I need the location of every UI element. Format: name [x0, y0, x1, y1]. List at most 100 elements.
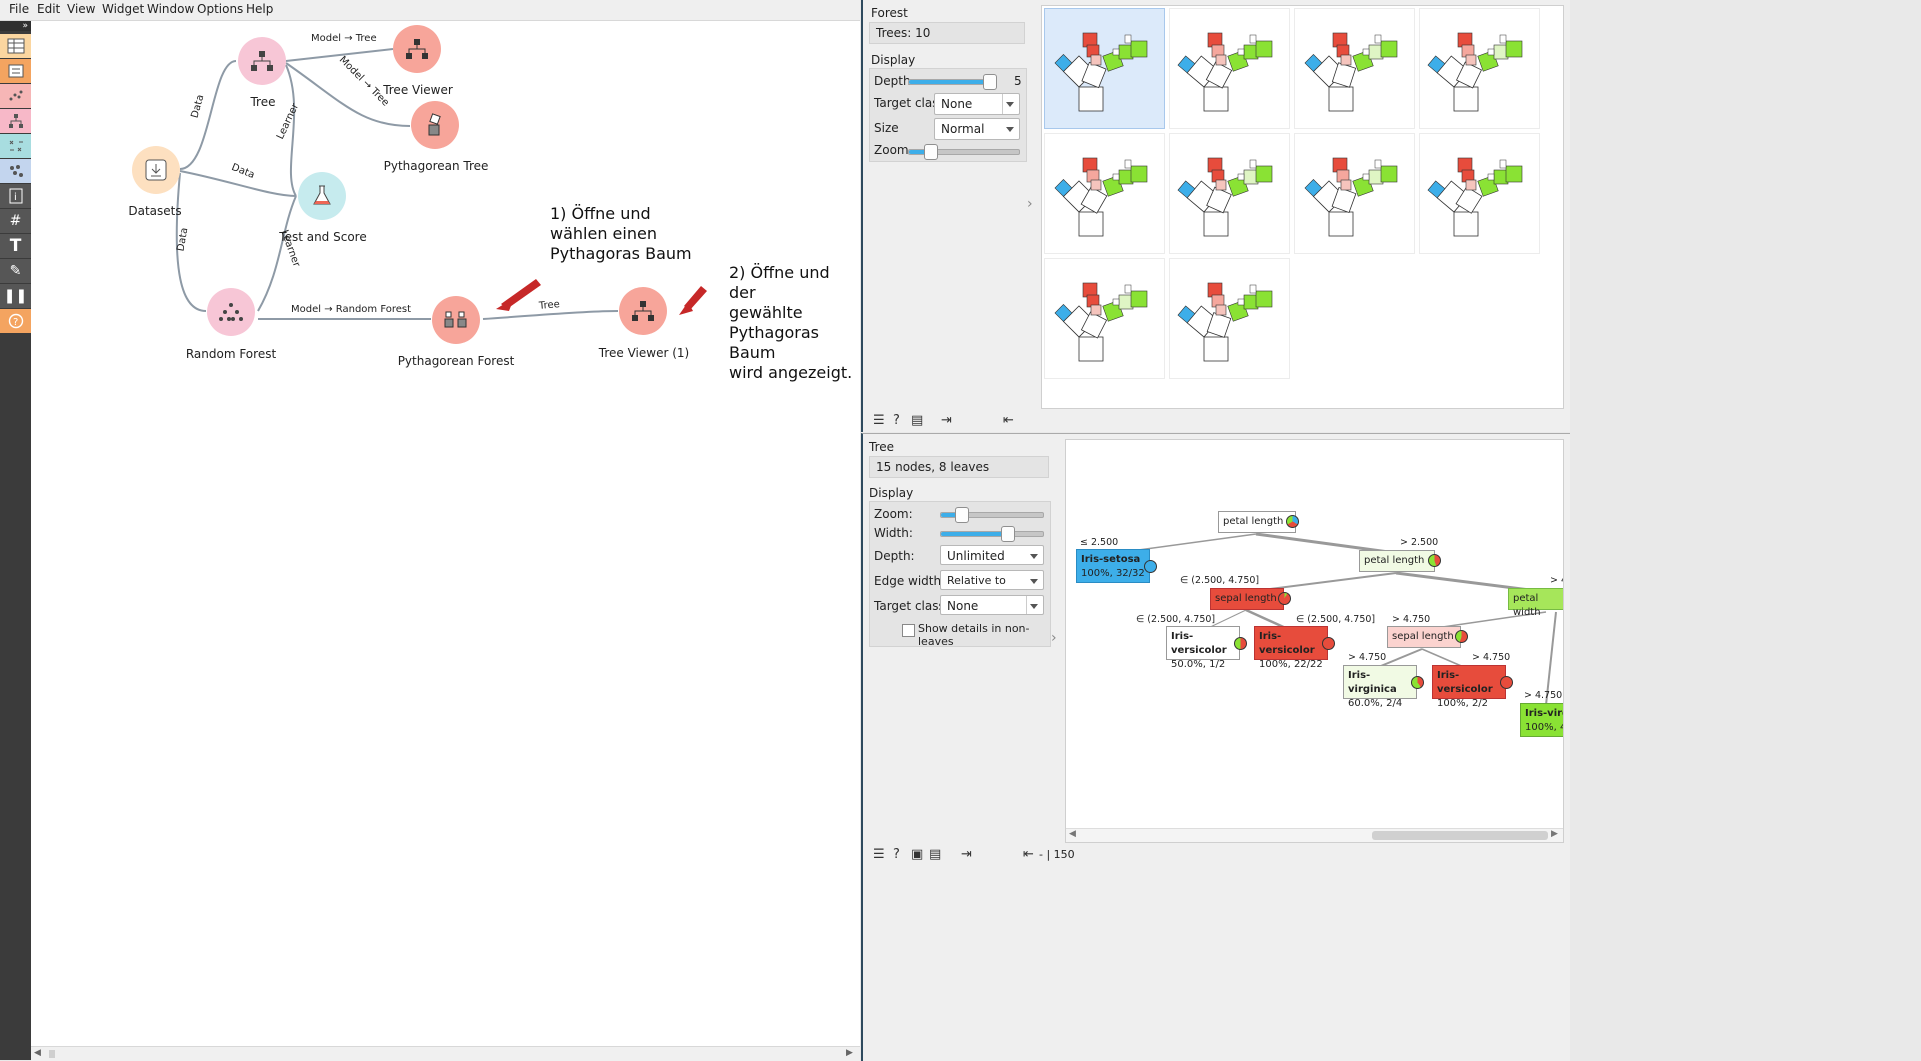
- menu-window[interactable]: Window: [147, 2, 194, 16]
- show-details-checkbox[interactable]: [902, 624, 915, 637]
- link-pythagoreanforest-treeviewer1[interactable]: [482, 310, 619, 320]
- help-icon[interactable]: ?: [893, 847, 900, 862]
- annotation-note-2[interactable]: 2) Öffne und der gewählte Pythagoras Bau…: [729, 263, 860, 383]
- scroll-left-icon[interactable]: ◀: [1069, 829, 1076, 839]
- pause-icon[interactable]: ❚❚: [0, 284, 31, 308]
- tree-node-root[interactable]: petal length: [1218, 511, 1296, 533]
- tree-zoom-slider[interactable]: [940, 507, 1044, 523]
- datasets-node[interactable]: [132, 146, 180, 194]
- forest-tree-thumbnail[interactable]: [1294, 133, 1415, 254]
- report-icon[interactable]: ▤: [911, 413, 923, 428]
- tree-horizontal-scrollbar[interactable]: ◀ ▶: [1066, 828, 1563, 842]
- forest-tree-thumbnail[interactable]: [1044, 258, 1165, 379]
- width-handle[interactable]: [1001, 526, 1015, 542]
- output-icon[interactable]: ⇤: [1023, 847, 1034, 862]
- forest-tree-thumbnail[interactable]: [1294, 8, 1415, 129]
- zoom-slider-handle[interactable]: [924, 144, 938, 160]
- forest-tree-thumbnail[interactable]: [1169, 258, 1290, 379]
- annotation-note-1[interactable]: 1) Öffne und wählen einen Pythagoras Bau…: [550, 204, 692, 264]
- scroll-right-icon[interactable]: ▶: [1551, 829, 1558, 839]
- input-icon[interactable]: ⇥: [961, 847, 972, 862]
- chevron-down-icon: [1030, 579, 1038, 584]
- tree-node-vc1[interactable]: Iris-versicolor 50.0%, 1/2: [1166, 626, 1240, 670]
- depth-slider-handle[interactable]: [983, 74, 997, 90]
- data-category-icon[interactable]: [0, 34, 31, 58]
- test-and-score-node[interactable]: [298, 172, 346, 220]
- forest-tree-thumbnail[interactable]: [1419, 8, 1540, 129]
- vg2-stats: 100%, 4/: [1525, 722, 1563, 733]
- forest-tree-thumbnail[interactable]: [1044, 133, 1165, 254]
- save-icon[interactable]: ▣: [911, 847, 923, 862]
- transform-category-icon[interactable]: [0, 59, 31, 83]
- tree-viewer-1-node[interactable]: [619, 287, 667, 335]
- forest-tree-thumbnail[interactable]: [1169, 8, 1290, 129]
- tree-node[interactable]: [238, 37, 286, 85]
- annotation-arrow-1-head: [496, 298, 514, 311]
- tree-viewer-node[interactable]: [393, 25, 441, 73]
- info-icon[interactable]: i: [0, 184, 31, 208]
- pythagorean-forest-window: Forest Trees: 10 Display Depth 5 Target …: [861, 0, 1570, 432]
- pythagorean-forest-node[interactable]: [432, 296, 480, 344]
- depth-slider[interactable]: [908, 74, 997, 90]
- tree-node-vg1[interactable]: Iris-virginica 60.0%, 2/4: [1343, 665, 1417, 709]
- pythagorean-tree-node[interactable]: [411, 101, 459, 149]
- collapse-panel-icon[interactable]: ›: [1051, 630, 1057, 646]
- scroll-left-icon[interactable]: ◀: [34, 1048, 41, 1058]
- tree-depth-combo[interactable]: Unlimited: [940, 545, 1044, 565]
- menu-icon[interactable]: ☰: [873, 847, 885, 862]
- tree-scroll-handle[interactable]: [1372, 831, 1548, 840]
- tree-node-setosa[interactable]: Iris-setosa 100%, 32/32: [1076, 549, 1150, 583]
- tree-node-n3[interactable]: sepal length: [1210, 588, 1284, 610]
- zoom-slider[interactable]: [908, 144, 1020, 160]
- menu-widget[interactable]: Widget: [102, 2, 144, 16]
- text-annotation-icon[interactable]: T: [0, 234, 31, 258]
- random-forest-node[interactable]: [207, 288, 255, 336]
- edge-width-combo[interactable]: Relative to parent: [940, 570, 1044, 607]
- collapse-panel-icon[interactable]: ›: [1027, 196, 1033, 212]
- menu-icon[interactable]: ☰: [873, 413, 885, 428]
- tree-node-n5[interactable]: sepal length: [1387, 626, 1461, 648]
- menu-options[interactable]: Options: [197, 2, 243, 16]
- collapse-toolbox-icon[interactable]: »: [0, 21, 31, 31]
- tree-node-n4[interactable]: petal width: [1508, 588, 1563, 618]
- tree-node-vc2[interactable]: Iris-versicolor 100%, 22/22: [1254, 626, 1328, 670]
- forest-grid[interactable]: [1041, 5, 1564, 409]
- canvas-horizontal-scrollbar[interactable]: ◀ ▶: [31, 1046, 860, 1061]
- visualize-category-icon[interactable]: [0, 84, 31, 108]
- tree-view-canvas[interactable]: petal length ≤ 2.500 Iris-setosa 100%, 3…: [1065, 439, 1564, 843]
- width-slider[interactable]: [940, 526, 1044, 542]
- report-icon[interactable]: ▤: [929, 847, 941, 862]
- grid-icon[interactable]: #: [0, 209, 31, 233]
- pen-icon[interactable]: ✎: [0, 259, 31, 283]
- evaluate-category-icon[interactable]: [0, 134, 31, 158]
- forest-tree-thumbnail[interactable]: [1044, 8, 1165, 129]
- help-icon[interactable]: ?: [893, 413, 900, 428]
- model-category-icon[interactable]: [0, 109, 31, 133]
- menu-edit[interactable]: Edit: [37, 2, 60, 16]
- menu-file[interactable]: File: [9, 2, 29, 16]
- datasets-label: Datasets: [128, 204, 182, 218]
- forest-tree-thumbnail[interactable]: [1169, 133, 1290, 254]
- help-icon[interactable]: ?: [0, 309, 31, 333]
- scroll-right-icon[interactable]: ▶: [846, 1048, 853, 1058]
- forest-tree-thumbnail[interactable]: [1419, 133, 1540, 254]
- menu-help[interactable]: Help: [246, 2, 273, 16]
- unsupervised-category-icon[interactable]: [0, 159, 31, 183]
- tree-node-vg2[interactable]: Iris-virgi 100%, 4/: [1520, 703, 1563, 737]
- target-class-combo[interactable]: None: [934, 93, 1020, 115]
- tree-node-n2[interactable]: petal length: [1359, 550, 1435, 572]
- output-icon[interactable]: ⇤: [1003, 413, 1014, 428]
- tree-target-class-combo[interactable]: None: [940, 595, 1044, 615]
- workflow-canvas[interactable]: Model → Tree Model → Tree Data Data Data…: [31, 21, 860, 1046]
- vc1-name: Iris-versicolor: [1171, 631, 1227, 656]
- tree-viewer-label: Tree Viewer: [383, 83, 453, 97]
- size-combo[interactable]: Normal: [934, 118, 1020, 140]
- tree-node-vc3[interactable]: Iris-versicolor 100%, 2/2: [1432, 665, 1506, 709]
- target-class-value: None: [941, 97, 973, 111]
- scroll-handle[interactable]: [49, 1050, 55, 1058]
- tree-zoom-handle[interactable]: [955, 507, 969, 523]
- menu-view[interactable]: View: [67, 2, 95, 16]
- pie-icon: [1428, 554, 1441, 567]
- input-icon[interactable]: ⇥: [941, 413, 952, 428]
- link-datasets-tree[interactable]: [179, 60, 237, 170]
